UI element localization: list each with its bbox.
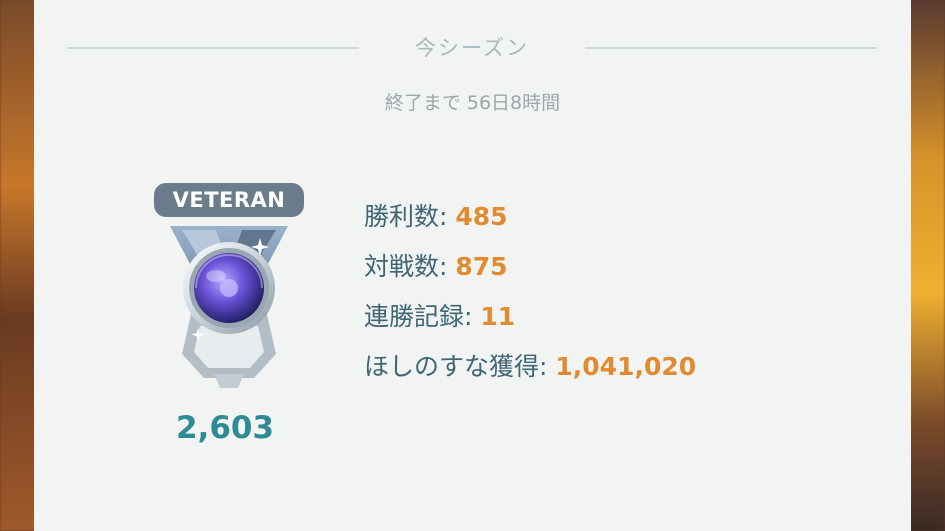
background-art-right bbox=[909, 0, 945, 531]
season-title: 今シーズン bbox=[415, 36, 529, 60]
stat-stardust-earned: ほしのすな獲得: 1,041,020 bbox=[364, 342, 696, 392]
divider-right bbox=[585, 47, 877, 49]
season-time-remaining: 終了まで 56日8時間 bbox=[384, 92, 561, 114]
stat-battles: 対戦数: 875 bbox=[364, 242, 696, 292]
rank-badge: VETERAN bbox=[134, 178, 324, 398]
stat-value: 485 bbox=[455, 202, 508, 231]
stat-value: 875 bbox=[455, 252, 508, 281]
stat-label: 勝利数: bbox=[364, 202, 456, 231]
season-stats-panel: 今シーズン 終了まで 56日8時間 VETERAN 2,603 勝利数: 485… bbox=[34, 0, 911, 531]
season-header: 今シーズン bbox=[34, 30, 911, 66]
stat-value: 1,041,020 bbox=[555, 352, 697, 381]
background-art-left bbox=[0, 0, 36, 531]
rank-label: VETERAN bbox=[154, 183, 304, 217]
stat-wins: 勝利数: 485 bbox=[364, 192, 696, 242]
divider-left bbox=[67, 47, 359, 49]
stat-label: 連勝記録: bbox=[364, 302, 481, 331]
stat-win-streak: 連勝記録: 11 bbox=[364, 292, 696, 342]
rating-value: 2,603 bbox=[175, 410, 275, 446]
stat-value: 11 bbox=[480, 302, 516, 331]
stats-list: 勝利数: 485 対戦数: 875 連勝記録: 11 ほしのすな獲得: 1,04… bbox=[364, 192, 696, 392]
stat-label: 対戦数: bbox=[364, 252, 456, 281]
stat-label: ほしのすな獲得: bbox=[364, 352, 556, 381]
